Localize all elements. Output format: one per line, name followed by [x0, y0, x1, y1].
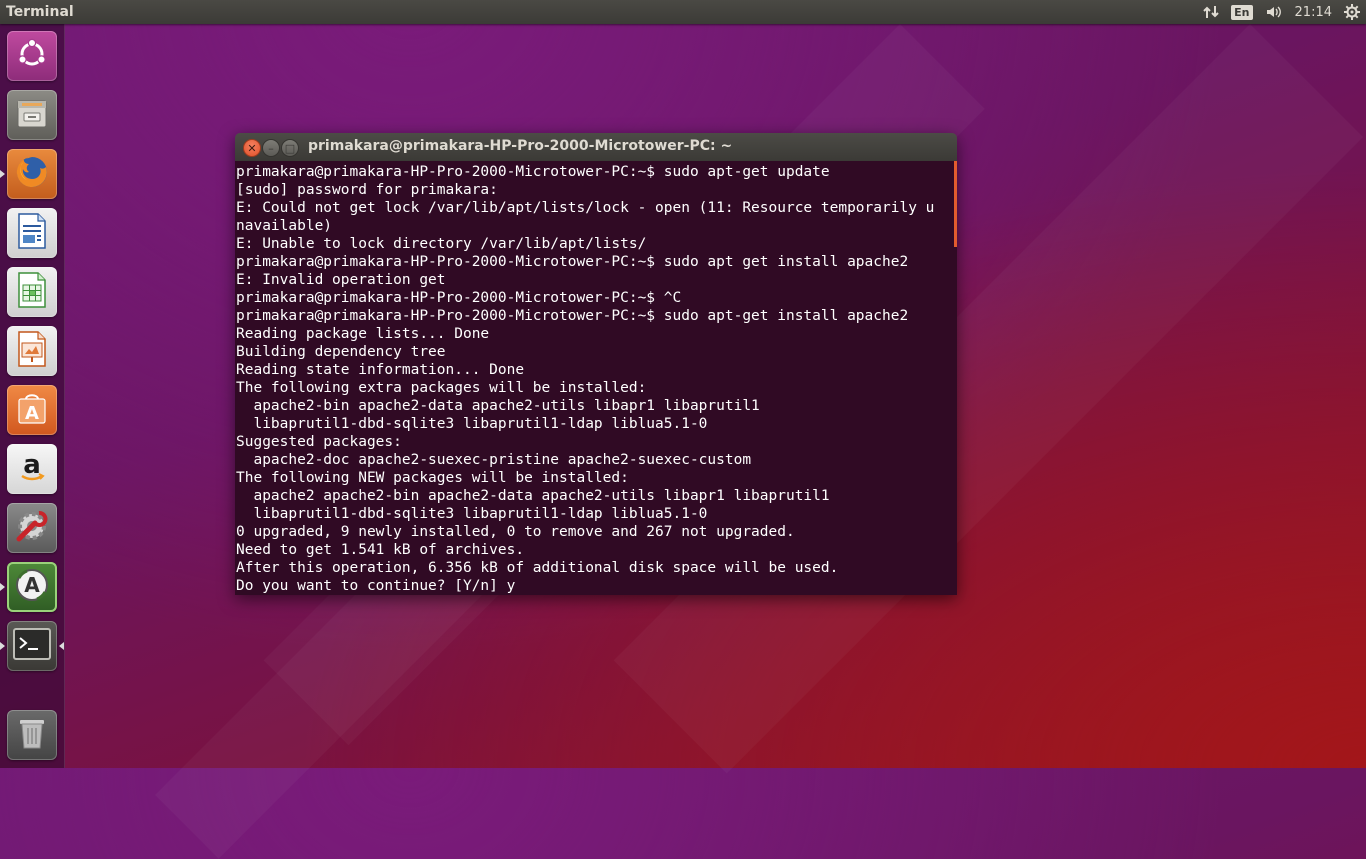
volume-icon[interactable] [1259, 0, 1289, 24]
launcher-files[interactable] [7, 90, 57, 140]
launcher-ubuntu-software-center[interactable]: A [7, 385, 57, 435]
shopping-bag-icon: A [14, 389, 50, 431]
impress-presentation-icon [16, 330, 48, 372]
minimize-icon: – [268, 141, 274, 155]
launcher-system-settings[interactable] [7, 503, 57, 553]
network-arrows-icon[interactable] [1197, 0, 1225, 24]
settings-wrench-icon [12, 506, 52, 550]
launcher-libreoffice-writer[interactable] [7, 208, 57, 258]
writer-document-icon [16, 212, 48, 254]
close-icon: ✕ [247, 141, 257, 155]
launcher-software-updater[interactable]: A [7, 562, 57, 612]
maximize-button[interactable]: □ [281, 139, 299, 157]
launcher-firefox[interactable] [7, 149, 57, 199]
launcher: A a A [0, 24, 65, 768]
terminal-icon [12, 627, 52, 665]
close-button[interactable]: ✕ [243, 139, 261, 157]
calc-spreadsheet-icon [16, 271, 48, 313]
maximize-icon: □ [284, 141, 296, 155]
svg-text:A: A [24, 573, 40, 597]
window-titlebar[interactable]: ✕ – □ primakara@primakara-HP-Pro-2000-Mi… [235, 133, 957, 161]
terminal-output: primakara@primakara-HP-Pro-2000-Microtow… [236, 164, 935, 594]
keyboard-layout-label: En [1231, 4, 1253, 20]
launcher-amazon[interactable]: a [7, 444, 57, 494]
clock[interactable]: 21:14 [1289, 0, 1338, 24]
trash-icon [16, 714, 48, 756]
launcher-libreoffice-calc[interactable] [7, 267, 57, 317]
amazon-icon: a [14, 449, 50, 489]
running-indicator [0, 583, 5, 591]
active-window-indicator [59, 642, 64, 650]
keyboard-layout-indicator[interactable]: En [1225, 0, 1258, 24]
running-indicator [0, 170, 5, 178]
file-cabinet-icon [14, 95, 50, 135]
active-app-title: Terminal [6, 4, 74, 20]
window-title: primakara@primakara-HP-Pro-2000-Microtow… [308, 138, 733, 154]
launcher-trash[interactable] [7, 710, 57, 760]
software-updater-icon: A [13, 566, 51, 608]
ubuntu-logo-icon [15, 37, 49, 75]
launcher-libreoffice-impress[interactable] [7, 326, 57, 376]
scrollbar[interactable] [954, 161, 957, 247]
svg-text:a: a [23, 450, 41, 480]
svg-text:A: A [25, 403, 39, 424]
launcher-terminal[interactable] [7, 621, 57, 671]
minimize-button[interactable]: – [262, 139, 280, 157]
terminal-window[interactable]: ✕ – □ primakara@primakara-HP-Pro-2000-Mi… [235, 133, 957, 595]
top-panel: Terminal En 21:14 [0, 0, 1366, 24]
gear-icon[interactable] [1338, 0, 1366, 24]
firefox-icon [13, 153, 51, 195]
running-indicator [0, 642, 5, 650]
launcher-ubuntu-dash[interactable] [7, 31, 57, 81]
terminal-output-area[interactable]: primakara@primakara-HP-Pro-2000-Microtow… [235, 161, 957, 595]
indicator-area: En 21:14 [1197, 0, 1366, 24]
